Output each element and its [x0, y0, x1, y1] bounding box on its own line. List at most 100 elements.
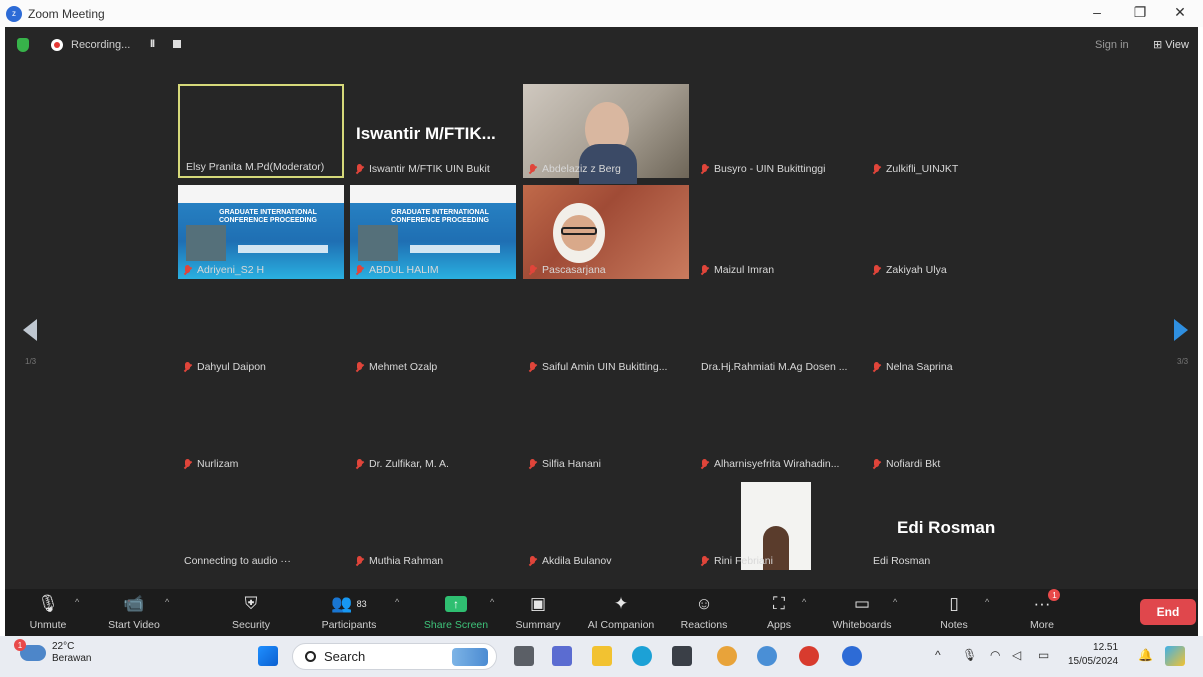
whiteboard-icon: ▭ — [853, 594, 871, 613]
muted-mic-icon — [184, 458, 191, 470]
encryption-shield-icon[interactable] — [17, 38, 29, 52]
participant-tile[interactable]: GRADUATE INTERNATIONAL CONFERENCE PROCEE… — [178, 185, 344, 279]
maximize-button[interactable]: ❐ — [1128, 4, 1152, 21]
share-options-caret-icon[interactable]: ^ — [490, 597, 494, 607]
view-label: View — [1165, 39, 1189, 51]
microphone-tray-icon[interactable]: 🎙 — [962, 648, 977, 662]
search-label: Search — [324, 649, 366, 664]
muted-mic-icon — [873, 361, 880, 373]
participant-tile[interactable]: Elsy Pranita M.Pd(Moderator) — [178, 84, 344, 178]
unmute-button[interactable]: 🎙 Unmute — [25, 589, 71, 636]
window-titlebar: z Zoom Meeting – ❐ ✕ — [0, 0, 1203, 27]
notes-button[interactable]: ▯ Notes — [935, 589, 973, 636]
participant-tile[interactable]: Zulkifli_UINJKT — [867, 84, 1033, 178]
muted-mic-icon — [701, 555, 708, 567]
previous-page-arrow-icon[interactable] — [23, 319, 37, 341]
next-page-arrow-icon[interactable] — [1174, 319, 1188, 341]
battery-icon[interactable]: ▭ — [1038, 648, 1049, 662]
participant-tile[interactable]: Alharnisyefrita Wirahadin... — [695, 379, 861, 473]
participant-name: Alharnisyefrita Wirahadin... — [701, 458, 839, 470]
zoom-taskbar-icon[interactable] — [842, 646, 862, 666]
file-explorer-icon[interactable] — [592, 646, 612, 666]
pause-recording-button[interactable]: II — [150, 38, 155, 50]
participant-tile[interactable]: Iswantir M/FTIK... Iswantir M/FTIK UIN B… — [350, 84, 516, 178]
volume-icon[interactable]: ◁ — [1012, 648, 1021, 662]
participant-tile[interactable]: Akdila Bulanov — [523, 476, 689, 570]
store-icon[interactable] — [672, 646, 692, 666]
participant-tile[interactable]: Nofiardi Bkt — [867, 379, 1033, 473]
participant-tile[interactable]: Muthia Rahman — [350, 476, 516, 570]
view-button[interactable]: ⊞ View — [1153, 38, 1189, 51]
participant-name: Muthia Rahman — [356, 555, 443, 567]
video-options-caret-icon[interactable]: ^ — [165, 597, 169, 607]
ai-companion-button[interactable]: ✦ AI Companion — [583, 589, 659, 636]
notification-bell-icon[interactable]: 🔔 — [1138, 648, 1153, 662]
task-view-icon[interactable] — [514, 646, 534, 666]
whiteboards-button[interactable]: ▭ Whiteboards — [827, 589, 897, 636]
recording-icon — [51, 39, 63, 51]
participant-name: Nelna Saprina — [873, 361, 953, 373]
participant-name: Mehmet Ozalp — [356, 361, 437, 373]
reactions-button[interactable]: ☺ Reactions — [677, 589, 731, 636]
weather-widget[interactable]: 1 22°C Berawan — [14, 639, 91, 665]
end-meeting-button[interactable]: End — [1140, 599, 1196, 625]
whiteboards-caret-icon[interactable]: ^ — [893, 597, 897, 607]
participant-name: Rini Febriani — [701, 555, 773, 567]
edge-icon[interactable] — [632, 646, 652, 666]
taskbar-search[interactable]: Search — [292, 643, 497, 670]
participant-tile[interactable]: Rini Febriani — [695, 476, 861, 570]
windows-start-icon[interactable] — [258, 646, 278, 666]
recording-status: Recording... — [71, 39, 131, 51]
share-screen-icon: ↑ — [445, 596, 467, 612]
teams-icon[interactable] — [552, 646, 572, 666]
stop-recording-button[interactable] — [173, 40, 181, 48]
copilot-icon[interactable] — [1165, 646, 1185, 666]
participant-tile[interactable]: Maizul Imran — [695, 185, 861, 279]
participant-tile[interactable]: Edi Rosman Edi Rosman — [867, 476, 1033, 570]
participant-big-name: Iswantir M/FTIK... — [356, 124, 496, 143]
participants-caret-icon[interactable]: ^ — [395, 597, 399, 607]
muted-mic-icon — [356, 264, 363, 276]
app-red-icon[interactable] — [799, 646, 819, 666]
participant-tile[interactable]: Pascasarjana — [523, 185, 689, 279]
participant-tile[interactable]: Dra.Hj.Rahmiati M.Ag Dosen ... — [695, 282, 861, 376]
security-button[interactable]: ⛨ Security — [227, 589, 275, 636]
participant-tile[interactable]: Mehmet Ozalp — [350, 282, 516, 376]
apps-caret-icon[interactable]: ^ — [802, 597, 806, 607]
muted-mic-icon — [356, 361, 363, 373]
windows-taskbar: 1 22°C Berawan Search ^ 🎙 ◠ ◁ ▭ 12.51 15… — [0, 636, 1203, 677]
participant-tile[interactable]: Nelna Saprina — [867, 282, 1033, 376]
participant-tile[interactable]: Dahyul Daipon — [178, 282, 344, 376]
participant-tile[interactable]: Dr. Zulfikar, M. A. — [350, 379, 516, 473]
participant-tile[interactable]: GRADUATE INTERNATIONAL CONFERENCE PROCEE… — [350, 185, 516, 279]
participant-tile[interactable]: Silfia Hanani — [523, 379, 689, 473]
sign-in-link[interactable]: Sign in — [1095, 39, 1129, 51]
taskbar-clock[interactable]: 12.51 15/05/2024 — [1068, 641, 1118, 669]
settings-gear-icon[interactable] — [757, 646, 777, 666]
minimize-button[interactable]: – — [1085, 4, 1109, 20]
more-button[interactable]: ··· 1 More — [1023, 589, 1061, 636]
summary-button[interactable]: ▣ Summary — [512, 589, 564, 636]
participant-tile[interactable]: Abdelaziz z Berg — [523, 84, 689, 184]
wifi-icon[interactable]: ◠ — [990, 648, 1000, 662]
share-screen-button[interactable]: ↑ Share Screen — [423, 589, 489, 636]
participant-tile[interactable]: Busyro - UIN Bukittinggi — [695, 84, 861, 178]
apps-button[interactable]: ⛶ Apps — [762, 589, 796, 636]
chrome-icon[interactable] — [717, 646, 737, 666]
more-dots-icon: ··· 1 — [1034, 589, 1061, 615]
participant-tile[interactable]: Connecting to audio ··· — [178, 476, 344, 570]
notes-caret-icon[interactable]: ^ — [985, 597, 989, 607]
participants-button[interactable]: 👥 83 Participants — [316, 589, 382, 636]
close-button[interactable]: ✕ — [1168, 4, 1192, 21]
participant-name: Nurlizam — [184, 458, 238, 470]
participant-tile[interactable]: Saiful Amin UIN Bukitting... — [523, 282, 689, 376]
muted-mic-icon — [356, 458, 363, 470]
notes-icon: ▯ — [949, 594, 959, 613]
participant-tile[interactable]: Zakiyah Ulya — [867, 185, 1033, 279]
start-video-button[interactable]: 📹 Start Video — [101, 589, 167, 636]
meeting-gallery: Recording... II Sign in ⊞ View Elsy Pran… — [5, 27, 1198, 589]
search-highlight-image — [452, 648, 488, 666]
show-hidden-icons-chevron-icon[interactable]: ^ — [935, 648, 941, 662]
audio-options-caret-icon[interactable]: ^ — [75, 597, 79, 607]
participant-tile[interactable]: Nurlizam — [178, 379, 344, 473]
